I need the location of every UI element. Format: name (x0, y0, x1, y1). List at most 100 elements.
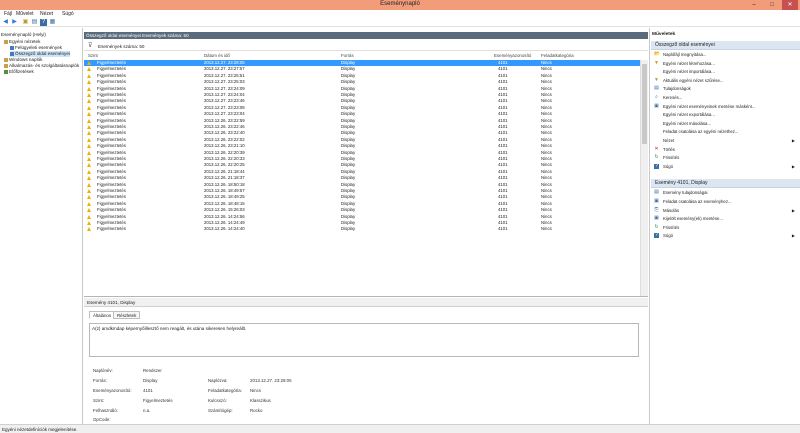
attach-task-icon: ▣ (654, 198, 659, 204)
folder-icon (4, 57, 8, 62)
warning-icon (87, 99, 91, 104)
menu-action[interactable]: Művelet (16, 11, 34, 17)
event-message-text: A(z) amdkmdap képernyőillesztő nem reagá… (92, 326, 247, 331)
menu-view[interactable]: Nézet (40, 11, 53, 17)
scrollbar-thumb[interactable] (642, 64, 647, 144)
action-label: Feladat csatolása az egyéni nézethez... (663, 129, 739, 135)
action-item[interactable]: ? Súgó ▶ (652, 163, 798, 171)
action-item[interactable]: ▼ Egyéni nézet létrehozása... (652, 60, 798, 68)
column-header-task-category[interactable]: Feladatkategória (541, 52, 574, 60)
warning-icon (87, 93, 91, 97)
properties-icon: ▤ (654, 85, 659, 92)
submenu-arrow-icon: ▶ (791, 207, 795, 213)
tree-item-label: Windows naplók (9, 57, 43, 62)
help-icon: ? (654, 232, 659, 239)
action-item[interactable]: ▣ Kijelölt esemény(ek) mentése... (652, 215, 798, 223)
view-icon[interactable]: ▦ (49, 19, 56, 26)
folder-icon[interactable]: ▣ (22, 19, 29, 26)
actions-section-event[interactable]: Esemény 4101, Display (651, 179, 800, 189)
minimize-button[interactable]: – (746, 0, 762, 10)
action-item[interactable]: Nézet ▶ (652, 137, 798, 145)
back-icon[interactable]: ◀ (2, 19, 9, 26)
help-icon[interactable]: ? (40, 19, 47, 26)
logged-label: Naplózva: (208, 378, 228, 383)
folder-icon (4, 39, 8, 44)
action-item[interactable]: Egyéni nézet exportálása... (652, 111, 798, 119)
maximize-button[interactable]: □ (764, 0, 780, 10)
action-item[interactable]: Egyéni nézet másolása... (652, 120, 798, 128)
warning-icon (87, 61, 91, 65)
warning-icon (87, 80, 91, 85)
center-pane: Összegző oldal eseményei Események száma… (84, 28, 648, 432)
navigation-tree: Eseménynapló (Helyi) Egyéni nézetek Felü… (0, 28, 83, 424)
column-header-event-id[interactable]: Eseményazonosító (494, 52, 531, 60)
tree-root[interactable]: Eseménynapló (Helyi) (1, 32, 46, 38)
column-header-level[interactable]: Szint (88, 52, 98, 60)
action-item[interactable]: ↻ Frissítés (652, 224, 798, 232)
warning-icon (87, 157, 91, 161)
subscription-icon (4, 69, 8, 74)
status-bar: Egyéni nézetdefiníciók megjelenítése. (0, 424, 800, 433)
warning-icon (87, 67, 91, 72)
action-label: Egyéni nézet exportálása... (663, 112, 715, 118)
forward-icon[interactable]: ▶ (11, 19, 18, 26)
action-label: Kijelölt esemény(ek) mentése... (663, 216, 723, 222)
refresh-icon: ↻ (654, 154, 659, 161)
help-icon: ? (654, 162, 659, 169)
source-value: Display (143, 378, 158, 383)
toolbar: ◀ ▶ ▣ ▤ ? ▦ (0, 18, 800, 27)
close-button[interactable]: ✕ (782, 0, 798, 10)
event-count: Események száma: 50 (98, 44, 145, 49)
event-message[interactable]: A(z) amdkmdap képernyőillesztő nem reagá… (89, 323, 639, 357)
menu-file[interactable]: Fájl (4, 11, 12, 17)
action-label: Frissítés (663, 155, 680, 161)
actions-section-summary[interactable]: Összegző oldal eseményei (651, 41, 800, 50)
open-log-icon: 📂 (654, 51, 661, 57)
column-header-datetime[interactable]: Dátum és idő (204, 52, 230, 60)
action-item[interactable]: ⌕ Keresés... (652, 94, 798, 102)
warning-icon (87, 214, 91, 219)
filter-icon (10, 51, 14, 56)
menu-bar: Fájl Művelet Nézet Súgó (0, 10, 800, 18)
action-item[interactable]: 📂 Naplófájl megnyitása... (652, 51, 798, 59)
panel-icon[interactable]: ▤ (31, 19, 38, 26)
event-id-value: 4101 (143, 388, 153, 393)
action-item[interactable]: ▣ Egyéni nézet eseményeinek mentése máské… (652, 103, 798, 111)
events-table: Szint Dátum és idő Forrás Eseményazonosí… (84, 52, 648, 296)
action-item[interactable]: ▼ Aktuális egyéni nézet szűrése... (652, 77, 798, 85)
table-cell: Nincs (541, 226, 552, 232)
action-label: Keresés... (663, 95, 683, 100)
warning-icon (87, 163, 91, 168)
action-item[interactable]: ? Súgó ▶ (652, 232, 798, 240)
warning-icon (87, 118, 91, 123)
actions-title: Műveletek (652, 32, 676, 37)
user-value: n.a. (143, 408, 151, 413)
warning-icon (87, 189, 91, 193)
action-item[interactable]: ↻ Frissítés (652, 154, 798, 162)
action-item[interactable]: ✕ Törlés (652, 146, 798, 154)
action-label: Frissítés (663, 224, 680, 230)
user-label: Felhasználó: (93, 408, 118, 413)
tab-details[interactable]: Részletek (113, 311, 141, 319)
action-label: Aktuális egyéni nézet szűrése... (663, 77, 724, 83)
tab-general[interactable]: Általános (89, 311, 116, 319)
menu-help[interactable]: Súgó (62, 11, 74, 17)
warning-icon (87, 125, 91, 129)
action-label: Naplófájl megnyitása... (663, 52, 707, 57)
action-item[interactable]: ▣ Feladat csatolása az eseményhez... (652, 198, 798, 206)
column-header-source[interactable]: Forrás (341, 52, 354, 60)
table-row[interactable]: Figyelmeztetés 2013.12.26. 14:24:40 Displa… (84, 226, 640, 232)
action-label: Egyéni nézet eseményeinek mentése máskén… (663, 103, 756, 109)
event-viewer-window: Eseménynapló – □ ✕ Fájl Művelet Nézet Sú… (0, 0, 800, 433)
action-item[interactable]: ⎘ Másolás ▶ (652, 207, 798, 215)
event-detail-pane: Esemény 4101, Display Általános Részlete… (84, 296, 648, 432)
vertical-scrollbar[interactable] (640, 60, 648, 296)
action-item[interactable]: Egyéni nézet importálása... (652, 68, 798, 76)
action-item[interactable]: ▤ Tulajdonságok (652, 85, 798, 93)
tree-item-subscriptions[interactable]: Előfizetések (4, 69, 34, 75)
action-label: Tulajdonságok (663, 86, 691, 92)
window-title: Eseménynapló (380, 1, 420, 7)
action-item[interactable]: ▤ Esemény tulajdonságai (652, 189, 798, 197)
action-item[interactable]: Feladat csatolása az egyéni nézethez... (652, 128, 798, 136)
table-cell: Display (341, 226, 356, 232)
